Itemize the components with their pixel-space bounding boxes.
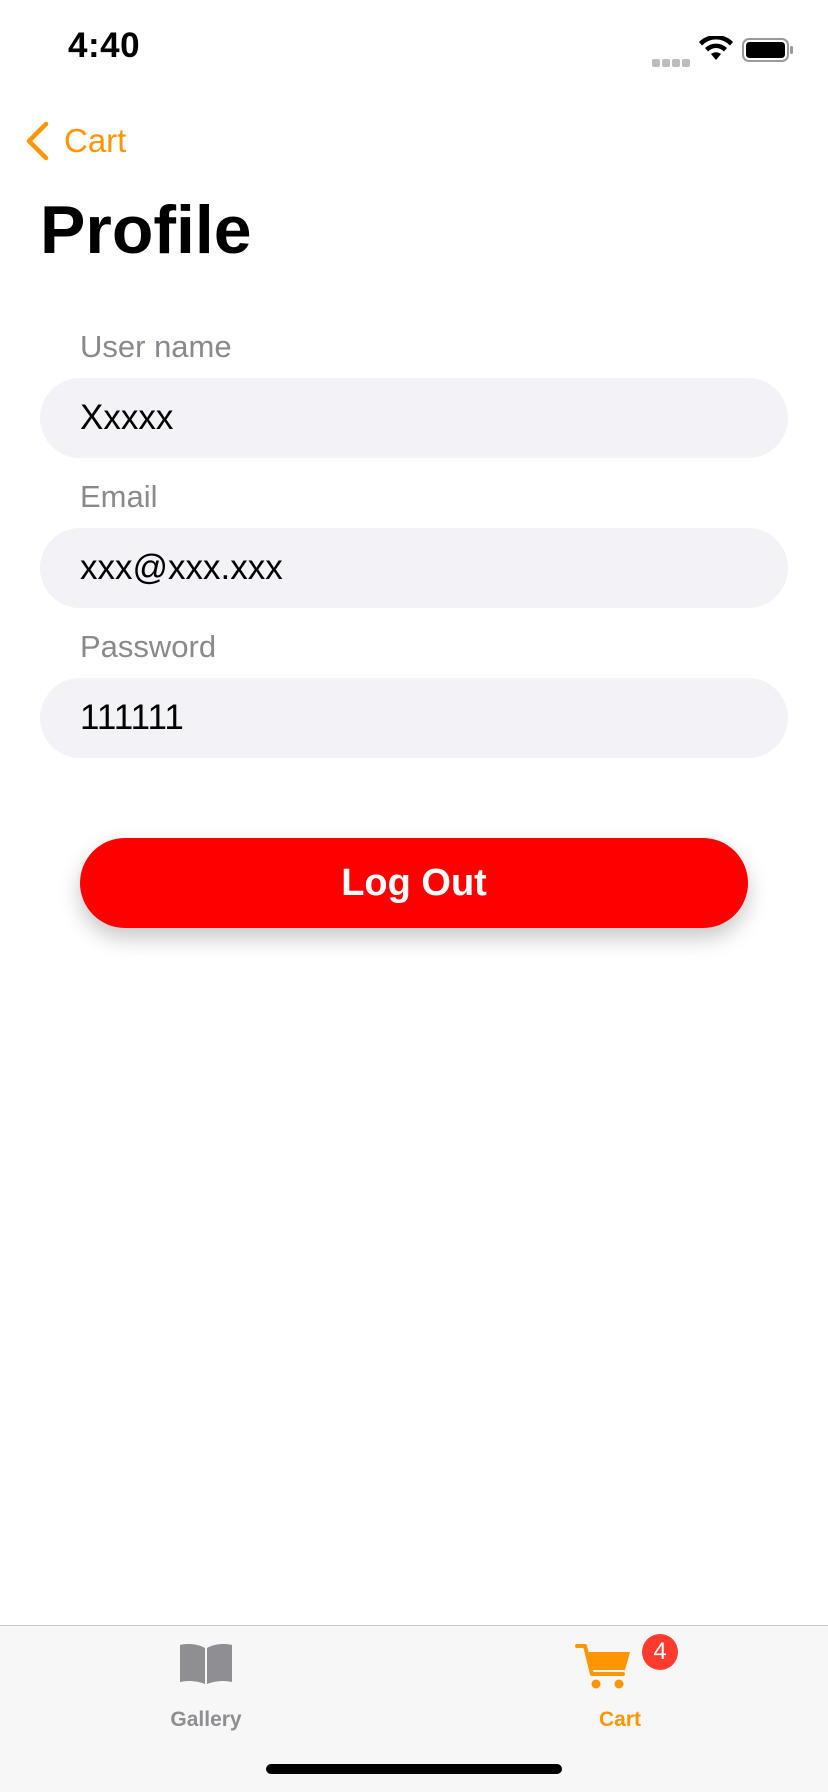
logout-button[interactable]: Log Out bbox=[80, 838, 748, 928]
book-icon bbox=[180, 1644, 232, 1684]
home-indicator[interactable] bbox=[266, 1764, 562, 1774]
wifi-icon bbox=[699, 36, 733, 60]
cart-badge: 4 bbox=[642, 1634, 678, 1670]
username-field[interactable] bbox=[40, 378, 788, 458]
page-title: Profile bbox=[40, 192, 252, 268]
cellular-signal-icon bbox=[652, 54, 692, 67]
chevron-left-icon bbox=[26, 121, 49, 161]
back-button[interactable]: Cart bbox=[24, 118, 126, 164]
password-label: Password bbox=[80, 629, 217, 664]
battery-icon bbox=[742, 38, 793, 62]
tab-cart-label: Cart bbox=[598, 1708, 641, 1731]
username-label: User name bbox=[80, 329, 232, 364]
back-button-label: Cart bbox=[64, 122, 127, 159]
tab-gallery-label: Gallery bbox=[170, 1708, 242, 1731]
email-label: Email bbox=[80, 479, 158, 514]
cart-icon bbox=[575, 1644, 630, 1689]
email-field[interactable] bbox=[40, 528, 788, 608]
tab-cart[interactable]: 4 Cart bbox=[520, 1626, 720, 1736]
status-time: 4:40 bbox=[68, 26, 141, 65]
profile-screen: 4:40 Cart Profile User name Email Passwo… bbox=[0, 0, 828, 1792]
status-bar: 4:40 bbox=[0, 0, 828, 96]
tab-gallery[interactable]: Gallery bbox=[106, 1626, 306, 1736]
password-field[interactable] bbox=[40, 678, 788, 758]
